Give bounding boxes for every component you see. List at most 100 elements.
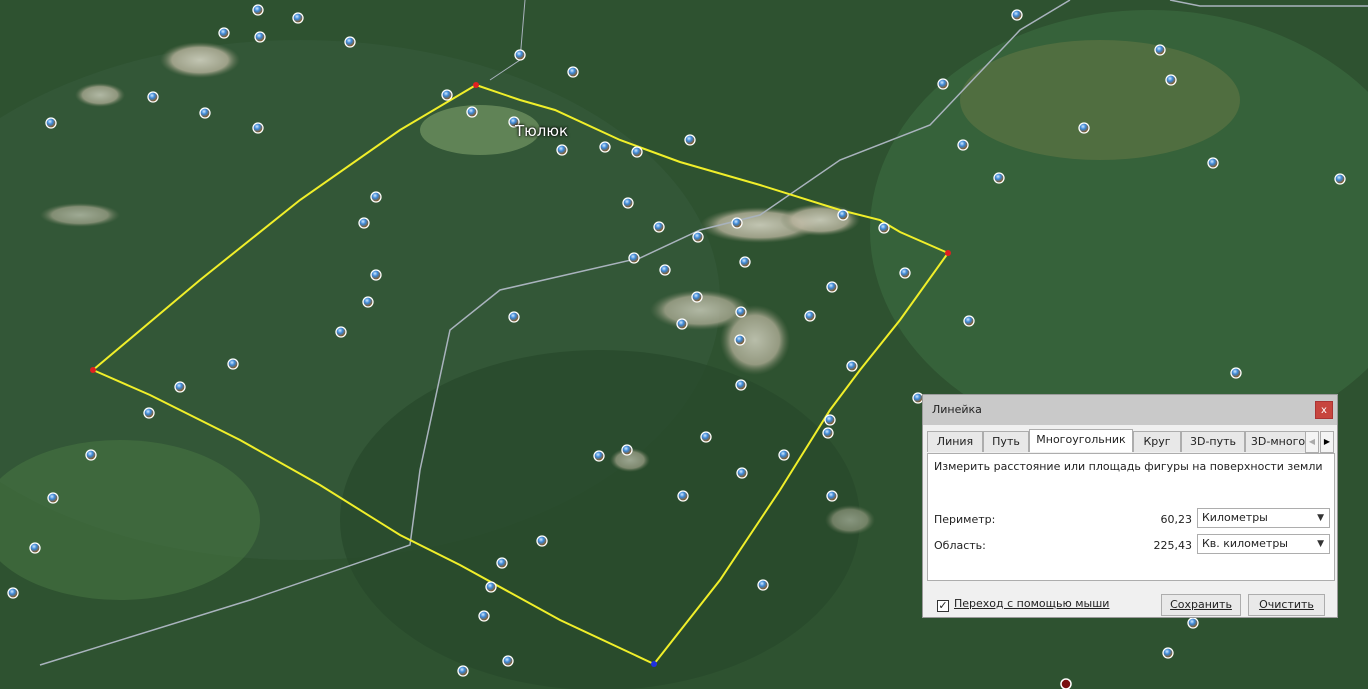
- photo-pin-icon[interactable]: [502, 655, 514, 667]
- photo-pin-icon[interactable]: [199, 107, 211, 119]
- photo-pin-icon[interactable]: [804, 310, 816, 322]
- photo-pin-icon[interactable]: [837, 209, 849, 221]
- photo-pin-icon[interactable]: [628, 252, 640, 264]
- tab-3d-polygon[interactable]: 3D-много: [1245, 431, 1311, 452]
- photo-pin-icon[interactable]: [822, 427, 834, 439]
- photo-pin-icon[interactable]: [143, 407, 155, 419]
- photo-pin-icon[interactable]: [692, 231, 704, 243]
- photo-pin-icon[interactable]: [1162, 647, 1174, 659]
- photo-pin-icon[interactable]: [735, 306, 747, 318]
- photo-pin-icon[interactable]: [7, 587, 19, 599]
- tab-line[interactable]: Линия: [927, 431, 983, 452]
- photo-pin-icon[interactable]: [735, 379, 747, 391]
- photo-pin-icon[interactable]: [993, 172, 1005, 184]
- perimeter-unit-select[interactable]: Километры ▼: [1197, 508, 1330, 528]
- photo-pin-icon[interactable]: [653, 221, 665, 233]
- photo-pin-icon[interactable]: [1187, 617, 1199, 629]
- photo-pin-icon[interactable]: [85, 449, 97, 461]
- photo-pin-icon[interactable]: [1078, 122, 1090, 134]
- save-button[interactable]: Сохранить: [1161, 594, 1241, 616]
- photo-pin-icon[interactable]: [824, 414, 836, 426]
- photo-pin-icon[interactable]: [344, 36, 356, 48]
- photo-pin-icon[interactable]: [963, 315, 975, 327]
- photo-pin-icon[interactable]: [1334, 173, 1346, 185]
- tab-circle[interactable]: Круг: [1133, 431, 1181, 452]
- photo-pin-icon[interactable]: [1154, 44, 1166, 56]
- photo-pin-icon[interactable]: [677, 490, 689, 502]
- polygon-vertex[interactable]: [473, 82, 479, 88]
- photo-pin-icon[interactable]: [496, 557, 508, 569]
- polygon-vertex[interactable]: [651, 661, 657, 667]
- photo-pin-icon[interactable]: [700, 431, 712, 443]
- area-unit-select[interactable]: Кв. километры ▼: [1197, 534, 1330, 554]
- tab-scroll-left-icon[interactable]: ◀: [1305, 431, 1319, 453]
- photo-pin-icon[interactable]: [778, 449, 790, 461]
- photo-pin-icon[interactable]: [514, 49, 526, 61]
- photo-pin-icon[interactable]: [47, 492, 59, 504]
- photo-pin-icon[interactable]: [29, 542, 41, 554]
- photo-pin-icon[interactable]: [739, 256, 751, 268]
- polygon-vertex[interactable]: [90, 367, 96, 373]
- photo-pin-icon[interactable]: [556, 144, 568, 156]
- photo-pin-icon[interactable]: [362, 296, 374, 308]
- photo-pin-icon[interactable]: [826, 281, 838, 293]
- dialog-titlebar[interactable]: Линейка x: [923, 395, 1337, 425]
- tab-3d-path[interactable]: 3D-путь: [1181, 431, 1245, 452]
- photo-pin-icon[interactable]: [691, 291, 703, 303]
- photo-pin-icon[interactable]: [441, 89, 453, 101]
- photo-pin-icon[interactable]: [878, 222, 890, 234]
- mouse-nav-option[interactable]: ✓ Переход с помощью мыши: [937, 597, 1109, 612]
- photo-pin-icon[interactable]: [466, 106, 478, 118]
- photo-pin-icon[interactable]: [899, 267, 911, 279]
- photo-pin-icon[interactable]: [45, 117, 57, 129]
- photo-pin-icon[interactable]: [370, 269, 382, 281]
- photo-pin-icon[interactable]: [826, 490, 838, 502]
- photo-pin-icon[interactable]: [1207, 157, 1219, 169]
- photo-pin-icon[interactable]: [252, 122, 264, 134]
- photo-pin-icon[interactable]: [937, 78, 949, 90]
- photo-pin-icon[interactable]: [567, 66, 579, 78]
- clear-button[interactable]: Очистить: [1248, 594, 1325, 616]
- photo-pin-icon[interactable]: [254, 31, 266, 43]
- photo-pin-icon[interactable]: [731, 217, 743, 229]
- photo-pin-icon[interactable]: [252, 4, 264, 16]
- location-marker[interactable]: [1060, 678, 1072, 689]
- tab-path[interactable]: Путь: [983, 431, 1029, 452]
- tab-scroll-right-icon[interactable]: ▶: [1320, 431, 1334, 453]
- mouse-nav-checkbox[interactable]: ✓: [937, 600, 949, 612]
- photo-pin-icon[interactable]: [599, 141, 611, 153]
- photo-pin-icon[interactable]: [147, 91, 159, 103]
- photo-pin-icon[interactable]: [335, 326, 347, 338]
- photo-pin-icon[interactable]: [621, 444, 633, 456]
- photo-pin-icon[interactable]: [676, 318, 688, 330]
- photo-pin-icon[interactable]: [846, 360, 858, 372]
- photo-pin-icon[interactable]: [593, 450, 605, 462]
- photo-pin-icon[interactable]: [227, 358, 239, 370]
- photo-pin-icon[interactable]: [622, 197, 634, 209]
- photo-pin-icon[interactable]: [957, 139, 969, 151]
- photo-pin-icon[interactable]: [1230, 367, 1242, 379]
- photo-pin-icon[interactable]: [659, 264, 671, 276]
- photo-pin-icon[interactable]: [684, 134, 696, 146]
- photo-pin-icon[interactable]: [370, 191, 382, 203]
- mouse-nav-label: Переход с помощью мыши: [954, 597, 1110, 610]
- photo-pin-icon[interactable]: [478, 610, 490, 622]
- photo-pin-icon[interactable]: [457, 665, 469, 677]
- photo-pin-icon[interactable]: [736, 467, 748, 479]
- photo-pin-icon[interactable]: [1165, 74, 1177, 86]
- place-label: Тюлюк: [515, 122, 569, 140]
- tab-polygon[interactable]: Многоугольник: [1029, 429, 1133, 452]
- photo-pin-icon[interactable]: [218, 27, 230, 39]
- photo-pin-icon[interactable]: [757, 579, 769, 591]
- photo-pin-icon[interactable]: [358, 217, 370, 229]
- photo-pin-icon[interactable]: [734, 334, 746, 346]
- photo-pin-icon[interactable]: [1011, 9, 1023, 21]
- photo-pin-icon[interactable]: [536, 535, 548, 547]
- photo-pin-icon[interactable]: [292, 12, 304, 24]
- polygon-vertex[interactable]: [945, 250, 951, 256]
- photo-pin-icon[interactable]: [485, 581, 497, 593]
- close-button[interactable]: x: [1315, 401, 1333, 419]
- photo-pin-icon[interactable]: [508, 311, 520, 323]
- photo-pin-icon[interactable]: [174, 381, 186, 393]
- photo-pin-icon[interactable]: [631, 146, 643, 158]
